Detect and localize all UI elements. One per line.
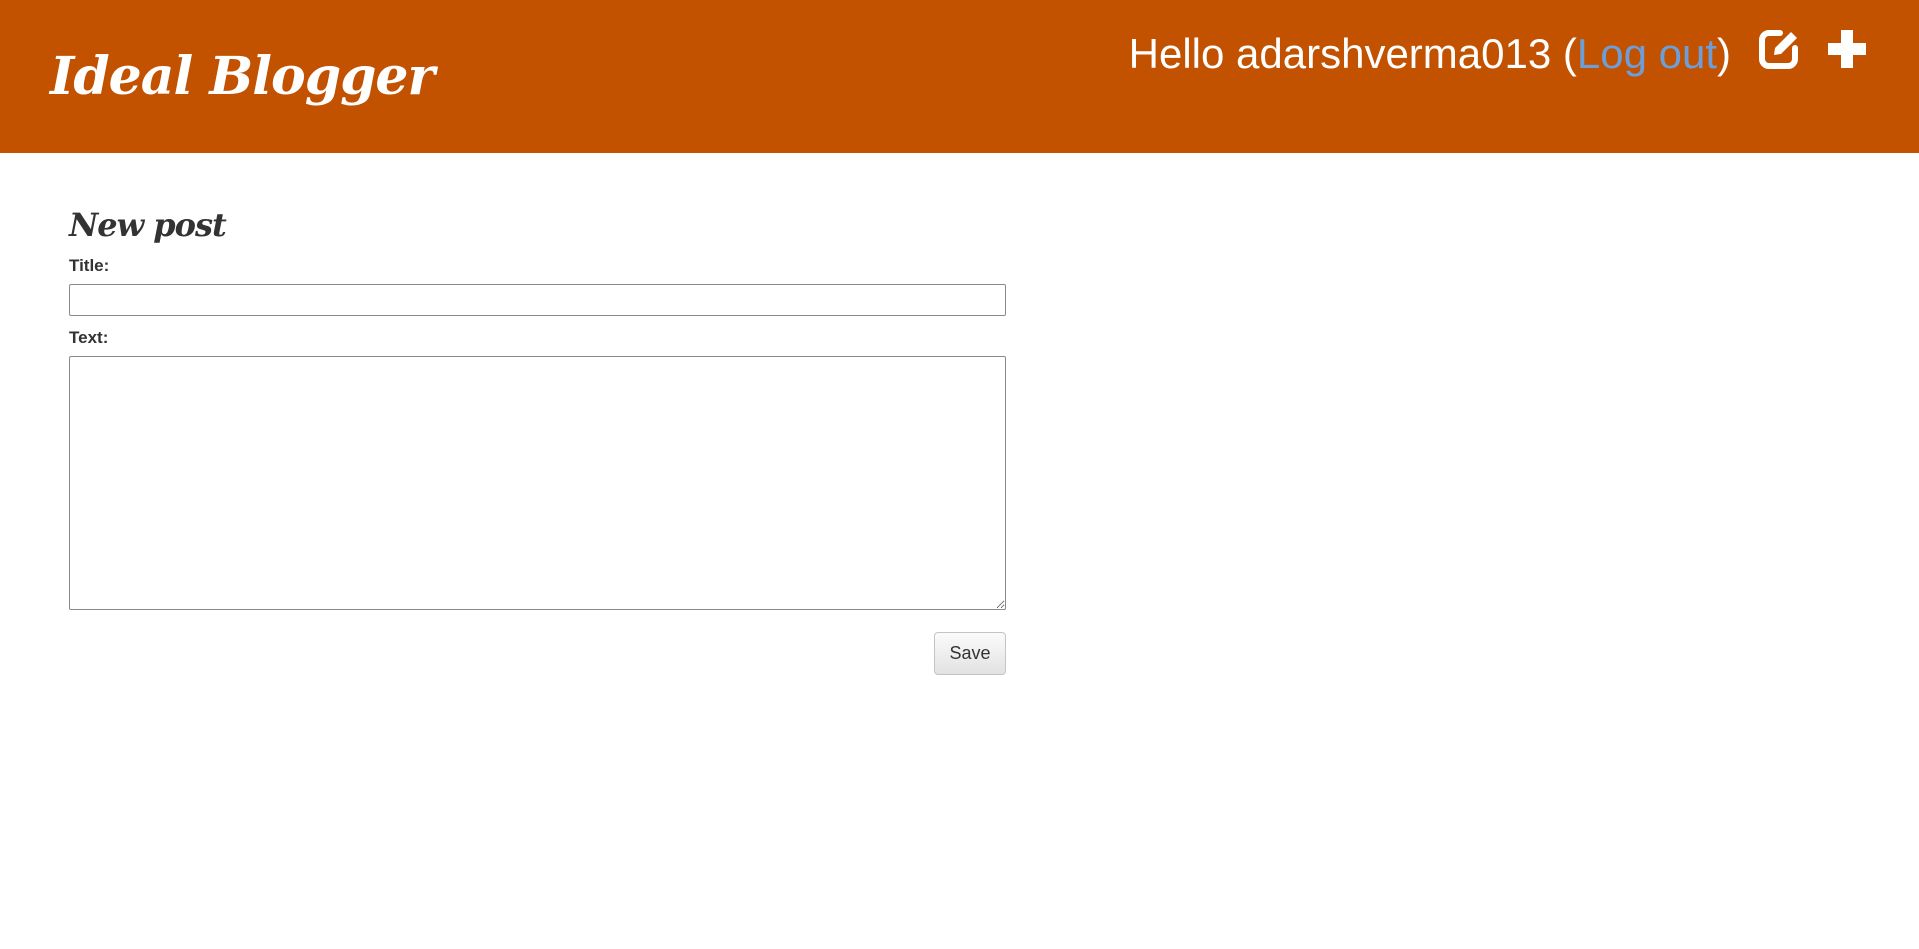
edit-icon[interactable] — [1756, 26, 1802, 72]
title-label: Title: — [69, 256, 110, 275]
title-input[interactable] — [69, 284, 1006, 316]
greeting-close-paren: ) — [1717, 30, 1731, 77]
user-greeting: Hello adarshverma013 (Log out) — [1129, 26, 1731, 82]
logout-link[interactable]: Log out — [1577, 30, 1717, 77]
greeting-text: Hello adarshverma013 ( — [1128, 30, 1577, 77]
page-header: Ideal Blogger Hello adarshverma013 (Log … — [0, 0, 1919, 153]
page-title: New post — [69, 206, 227, 244]
post-form: New post Title: Text: Save — [69, 200, 1006, 675]
text-textarea[interactable] — [69, 356, 1006, 610]
text-label: Text: — [69, 328, 109, 347]
plus-icon[interactable] — [1824, 26, 1870, 72]
site-title-link[interactable]: Ideal Blogger — [50, 46, 435, 107]
save-button[interactable]: Save — [934, 632, 1006, 675]
